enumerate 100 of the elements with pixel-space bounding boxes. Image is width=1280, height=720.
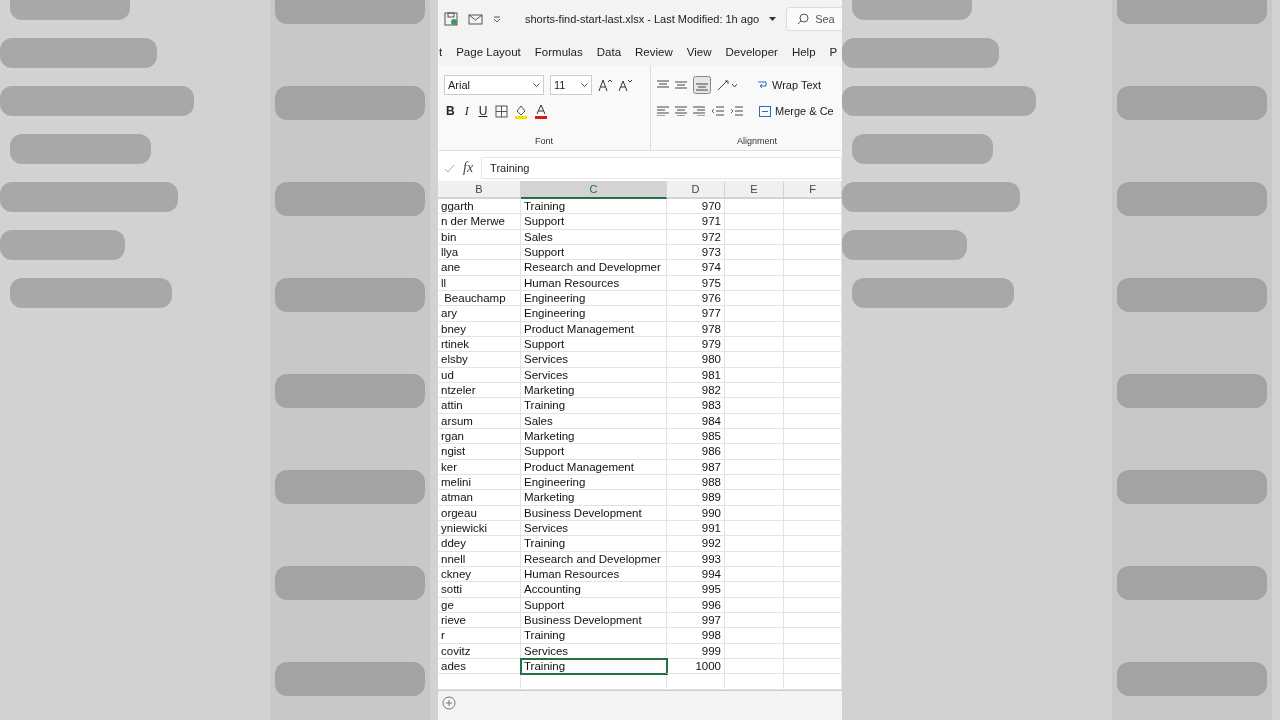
table-cell[interactable]: Training xyxy=(521,628,667,644)
fill-color-icon[interactable] xyxy=(514,103,529,119)
formula-field[interactable]: Training xyxy=(481,157,842,179)
empty-cell[interactable] xyxy=(725,229,784,245)
column-header[interactable]: F xyxy=(784,181,842,199)
ribbon-tab[interactable]: t xyxy=(439,46,443,58)
ribbon-tab[interactable]: Data xyxy=(596,46,622,58)
align-center-icon[interactable] xyxy=(675,106,687,116)
empty-cell[interactable] xyxy=(725,628,784,644)
column-header[interactable]: B xyxy=(438,181,521,199)
empty-cell[interactable] xyxy=(725,199,784,215)
table-cell[interactable]: Services xyxy=(521,520,667,537)
align-right-icon[interactable] xyxy=(693,106,705,116)
decrease-indent-icon[interactable] xyxy=(711,106,724,116)
empty-cell[interactable] xyxy=(725,260,784,276)
table-cell[interactable]: Sales xyxy=(521,413,667,429)
empty-cell[interactable] xyxy=(725,474,784,491)
empty-cell[interactable] xyxy=(725,306,784,322)
ribbon-tab[interactable]: Help xyxy=(791,46,816,58)
ribbon-tab[interactable]: P xyxy=(829,46,838,58)
table-cell[interactable]: Sales xyxy=(521,229,667,245)
table-cell[interactable]: Research and Developmer xyxy=(521,551,667,567)
empty-cell[interactable] xyxy=(521,674,667,690)
table-cell[interactable]: Support xyxy=(521,245,667,261)
table-cell[interactable]: Research and Developmer xyxy=(521,260,667,276)
column-header[interactable]: C xyxy=(521,181,667,199)
merge-center-button[interactable]: Merge & Ce xyxy=(759,105,834,117)
empty-cell[interactable] xyxy=(725,352,784,368)
table-cell[interactable]: Marketing xyxy=(521,490,667,506)
ribbon-tab[interactable]: Developer xyxy=(725,46,778,58)
increase-indent-icon[interactable] xyxy=(730,106,743,116)
table-cell[interactable]: Training xyxy=(521,658,667,675)
add-sheet-icon[interactable] xyxy=(442,695,456,710)
align-left-icon[interactable] xyxy=(657,106,669,116)
align-middle-icon[interactable] xyxy=(675,80,687,90)
table-cell[interactable]: Engineering xyxy=(521,306,667,322)
empty-cell[interactable] xyxy=(725,336,784,353)
empty-cell[interactable] xyxy=(725,597,784,613)
empty-cell[interactable] xyxy=(725,290,784,307)
empty-cell[interactable] xyxy=(725,520,784,537)
table-cell[interactable]: Support xyxy=(521,214,667,230)
column-header[interactable]: D xyxy=(667,181,725,199)
empty-cell[interactable] xyxy=(725,382,784,399)
shrink-font-icon[interactable] xyxy=(618,78,632,92)
ribbon-tab[interactable]: Page Layout xyxy=(456,46,521,58)
empty-cell[interactable] xyxy=(725,612,784,629)
table-cell[interactable]: Engineering xyxy=(521,474,667,491)
table-cell[interactable]: Engineering xyxy=(521,290,667,307)
search-field[interactable]: Sea xyxy=(786,7,842,31)
table-cell[interactable]: Business Development xyxy=(521,612,667,629)
table-cell[interactable]: Product Management xyxy=(521,459,667,475)
caret-icon[interactable] xyxy=(769,16,777,22)
empty-cell[interactable] xyxy=(725,505,784,521)
table-cell[interactable]: Support xyxy=(521,597,667,613)
empty-cell[interactable] xyxy=(667,674,725,690)
empty-cell[interactable] xyxy=(725,490,784,506)
empty-cell[interactable] xyxy=(725,551,784,567)
table-cell[interactable]: Marketing xyxy=(521,428,667,445)
underline-button[interactable]: U xyxy=(476,104,490,118)
empty-cell[interactable] xyxy=(725,459,784,475)
empty-cell[interactable] xyxy=(725,398,784,414)
caret-icon[interactable] xyxy=(493,15,501,23)
empty-cell[interactable] xyxy=(725,367,784,383)
empty-cell[interactable] xyxy=(725,674,784,690)
borders-icon[interactable] xyxy=(495,104,509,118)
orientation-icon[interactable] xyxy=(717,79,737,91)
table-cell[interactable]: Services xyxy=(521,352,667,368)
ribbon-tab[interactable]: View xyxy=(686,46,712,58)
check-icon[interactable] xyxy=(444,163,455,173)
mail-icon[interactable] xyxy=(468,13,483,25)
empty-cell[interactable] xyxy=(725,566,784,583)
insert-function-button[interactable]: fx xyxy=(463,160,474,176)
empty-cell[interactable] xyxy=(725,321,784,337)
wrap-text-button[interactable]: Wrap Text xyxy=(757,79,822,91)
font-color-icon[interactable] xyxy=(534,103,549,119)
italic-button[interactable]: I xyxy=(462,103,471,119)
empty-cell[interactable] xyxy=(438,674,521,690)
bold-button[interactable]: B xyxy=(444,104,457,118)
table-cell[interactable]: Product Management xyxy=(521,321,667,337)
grow-font-icon[interactable] xyxy=(598,78,612,92)
table-cell[interactable]: Human Resources xyxy=(521,275,667,291)
empty-cell[interactable] xyxy=(725,444,784,460)
align-top-icon[interactable] xyxy=(657,80,669,90)
empty-cell[interactable] xyxy=(725,536,784,552)
ribbon-tab[interactable]: Review xyxy=(635,46,673,58)
empty-cell[interactable] xyxy=(725,582,784,598)
empty-cell[interactable] xyxy=(725,214,784,230)
table-cell[interactable]: Training xyxy=(521,398,667,414)
empty-cell[interactable] xyxy=(725,413,784,429)
font-size-select[interactable]: 11 xyxy=(550,75,592,95)
table-cell[interactable]: Accounting xyxy=(521,582,667,598)
font-name-select[interactable]: Arial xyxy=(444,75,544,95)
table-cell[interactable]: Support xyxy=(521,336,667,353)
table-cell[interactable]: Human Resources xyxy=(521,566,667,583)
align-bottom-icon[interactable] xyxy=(693,76,711,94)
empty-cell[interactable] xyxy=(725,275,784,291)
save-icon[interactable] xyxy=(444,12,458,26)
empty-cell[interactable] xyxy=(725,643,784,659)
empty-cell[interactable] xyxy=(725,428,784,445)
ribbon-tab[interactable]: Formulas xyxy=(534,46,583,58)
